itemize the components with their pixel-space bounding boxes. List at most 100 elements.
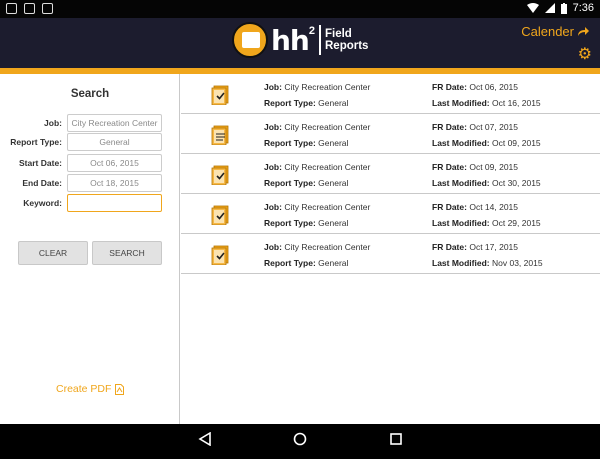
system-icons: 7:36 bbox=[526, 2, 594, 14]
last-modified-value: Oct 29, 2015 bbox=[491, 218, 541, 228]
fr-date-value: Oct 14, 2015 bbox=[469, 202, 518, 212]
job-value: City Recreation Center bbox=[284, 242, 371, 252]
last-modified-cell: Last Modified: Oct 09, 2015 bbox=[432, 138, 541, 148]
app-logo: hh 2 Field Reports bbox=[232, 22, 368, 58]
job-field[interactable]: City Recreation Center bbox=[67, 114, 162, 132]
report-type-cell: Report Type: General bbox=[264, 178, 348, 188]
report-type-cell: Report Type: General bbox=[264, 258, 348, 268]
report-row[interactable]: Job: City Recreation Center Report Type: … bbox=[181, 74, 600, 114]
fr-date-cell: FR Date: Oct 07, 2015 bbox=[432, 122, 518, 132]
job-value: City Recreation Center bbox=[284, 202, 371, 212]
recents-icon[interactable] bbox=[389, 432, 403, 446]
report-type-label: Report Type: bbox=[264, 98, 316, 108]
calendar-link[interactable]: Calender bbox=[521, 24, 590, 39]
start-date-field[interactable]: Oct 06, 2015 bbox=[67, 154, 162, 172]
checked-report-icon bbox=[211, 85, 229, 105]
report-list: Job: City Recreation Center Report Type: … bbox=[181, 74, 600, 424]
last-modified-label: Last Modified: bbox=[432, 218, 490, 228]
fr-date-value: Oct 09, 2015 bbox=[469, 162, 518, 172]
app-notification-icon bbox=[24, 3, 35, 14]
end-date-field[interactable]: Oct 18, 2015 bbox=[67, 174, 162, 192]
last-modified-value: Oct 30, 2015 bbox=[491, 178, 541, 188]
status-bar: 7:36 bbox=[0, 0, 600, 18]
job-row: Job: City Recreation Center bbox=[0, 114, 180, 132]
search-button[interactable]: SEARCH bbox=[92, 241, 162, 265]
forward-arrow-icon bbox=[578, 27, 589, 36]
back-icon[interactable] bbox=[198, 432, 212, 446]
job-label: Job: bbox=[264, 242, 282, 252]
last-modified-value: Nov 03, 2015 bbox=[491, 258, 543, 268]
fr-date-cell: FR Date: Oct 14, 2015 bbox=[432, 202, 518, 212]
checked-report-icon bbox=[211, 205, 229, 225]
job-cell: Job: City Recreation Center bbox=[264, 122, 370, 132]
last-modified-label: Last Modified: bbox=[432, 98, 490, 108]
create-pdf-link[interactable]: Create PDF bbox=[56, 383, 125, 395]
logo-line-2: Reports bbox=[325, 40, 369, 52]
navigation-bar bbox=[0, 424, 600, 459]
job-cell: Job: City Recreation Center bbox=[264, 82, 370, 92]
pdf-file-icon bbox=[115, 383, 125, 395]
report-type-label: Report Type: bbox=[264, 258, 316, 268]
keyword-input[interactable] bbox=[67, 194, 162, 212]
logo-divider bbox=[319, 25, 321, 55]
last-modified-value: Oct 16, 2015 bbox=[491, 98, 541, 108]
main-content: Search Job: City Recreation Center Repor… bbox=[0, 74, 600, 424]
last-modified-value: Oct 09, 2015 bbox=[491, 138, 541, 148]
search-panel: Search Job: City Recreation Center Repor… bbox=[0, 74, 180, 424]
report-type-value: General bbox=[318, 98, 349, 108]
report-type-cell: Report Type: General bbox=[264, 98, 348, 108]
logo-hh: hh bbox=[271, 23, 310, 57]
report-type-field[interactable]: General bbox=[67, 133, 162, 151]
job-label: Job: bbox=[264, 202, 282, 212]
start-date-row: Start Date: Oct 06, 2015 bbox=[0, 154, 180, 172]
download-notification-icon bbox=[42, 3, 53, 14]
fr-date-cell: FR Date: Oct 06, 2015 bbox=[432, 82, 518, 92]
fr-date-value: Oct 07, 2015 bbox=[469, 122, 518, 132]
checked-report-icon bbox=[211, 165, 229, 185]
fr-date-label: FR Date: bbox=[432, 202, 467, 212]
calendar-label: Calender bbox=[521, 24, 574, 39]
report-type-label: Report Type: bbox=[10, 137, 62, 147]
last-modified-label: Last Modified: bbox=[432, 178, 490, 188]
report-type-value: General bbox=[318, 178, 349, 188]
end-date-row: End Date: Oct 18, 2015 bbox=[0, 174, 180, 192]
report-row[interactable]: Job: City Recreation Center Report Type: … bbox=[181, 234, 600, 274]
report-type-row: Report Type: General bbox=[0, 133, 180, 151]
fr-date-label: FR Date: bbox=[432, 162, 467, 172]
job-value: City Recreation Center bbox=[284, 122, 371, 132]
create-pdf-label: Create PDF bbox=[56, 383, 112, 395]
last-modified-cell: Last Modified: Oct 29, 2015 bbox=[432, 218, 541, 228]
report-icon bbox=[211, 125, 229, 145]
notification-icons bbox=[6, 3, 53, 14]
fr-date-label: FR Date: bbox=[432, 122, 467, 132]
fr-date-cell: FR Date: Oct 17, 2015 bbox=[432, 242, 518, 252]
gear-icon[interactable]: ⚙ bbox=[578, 44, 592, 64]
checked-report-icon bbox=[211, 245, 229, 265]
home-icon[interactable] bbox=[293, 432, 307, 446]
last-modified-cell: Last Modified: Oct 16, 2015 bbox=[432, 98, 541, 108]
report-type-label: Report Type: bbox=[264, 178, 316, 188]
logo-document-icon bbox=[232, 22, 268, 58]
fr-date-cell: FR Date: Oct 09, 2015 bbox=[432, 162, 518, 172]
report-row[interactable]: Job: City Recreation Center Report Type: … bbox=[181, 194, 600, 234]
last-modified-label: Last Modified: bbox=[432, 258, 490, 268]
report-type-value: General bbox=[318, 218, 349, 228]
report-type-cell: Report Type: General bbox=[264, 218, 348, 228]
clear-button[interactable]: CLEAR bbox=[18, 241, 88, 265]
signal-icon bbox=[544, 3, 555, 13]
last-modified-cell: Last Modified: Oct 30, 2015 bbox=[432, 178, 541, 188]
report-type-value: General bbox=[318, 258, 349, 268]
job-cell: Job: City Recreation Center bbox=[264, 202, 370, 212]
report-type-label: Report Type: bbox=[264, 138, 316, 148]
report-row[interactable]: Job: City Recreation Center Report Type: … bbox=[181, 154, 600, 194]
logo-line-1: Field bbox=[325, 28, 352, 40]
keyword-label: Keyword: bbox=[23, 198, 62, 208]
fr-date-value: Oct 17, 2015 bbox=[469, 242, 518, 252]
job-label: Job: bbox=[264, 82, 282, 92]
report-row[interactable]: Job: City Recreation Center Report Type: … bbox=[181, 114, 600, 154]
report-type-cell: Report Type: General bbox=[264, 138, 348, 148]
job-label: Job: bbox=[264, 122, 282, 132]
fr-date-label: FR Date: bbox=[432, 242, 467, 252]
job-cell: Job: City Recreation Center bbox=[264, 242, 370, 252]
search-title: Search bbox=[70, 88, 110, 100]
